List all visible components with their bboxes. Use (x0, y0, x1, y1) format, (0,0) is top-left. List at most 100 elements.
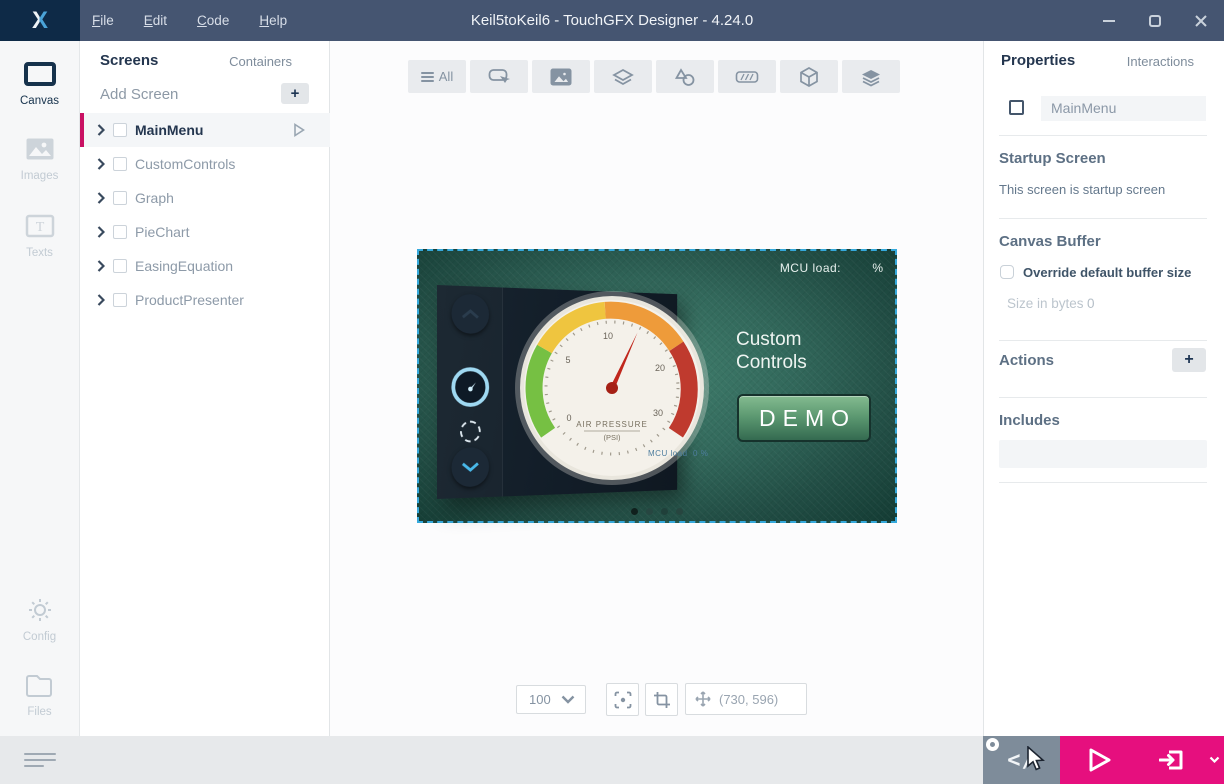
screen-checkbox[interactable] (113, 293, 127, 307)
move-icon (695, 691, 711, 707)
touchgfx-logo: XX (0, 0, 80, 41)
demo-button[interactable]: DEMO (737, 394, 871, 442)
screen-row-mainmenu[interactable]: MainMenu (80, 113, 330, 147)
screen-name[interactable]: Graph (135, 190, 174, 206)
screen-row-easingequation[interactable]: EasingEquation (80, 249, 330, 283)
bottom-status-strip (0, 736, 983, 784)
divider (999, 218, 1207, 219)
expand-chevron-icon[interactable] (97, 158, 105, 170)
rail-item-config[interactable]: Config (0, 593, 79, 643)
page-dot[interactable] (661, 508, 668, 515)
screen-checkbox[interactable] (113, 259, 127, 273)
minimize-button[interactable] (1086, 0, 1132, 41)
includes-input[interactable] (999, 440, 1207, 468)
widgets-miscellaneous-button[interactable] (780, 60, 838, 93)
close-button[interactable] (1178, 0, 1224, 41)
chevron-down-icon (561, 695, 575, 704)
rail-item-files[interactable]: Files (0, 668, 79, 718)
tab-screens[interactable]: Screens (100, 52, 158, 69)
menu-file[interactable]: File (92, 13, 114, 28)
left-navigation-rail: Canvas Images T Texts Config (0, 41, 80, 736)
run-target-button[interactable] (1140, 736, 1204, 784)
screen-checkbox[interactable] (113, 157, 127, 171)
divider (999, 482, 1207, 483)
expand-chevron-icon[interactable] (97, 124, 105, 136)
screen-checkbox[interactable] (113, 191, 127, 205)
expand-chevron-icon[interactable] (97, 226, 105, 238)
focus-target-icon (614, 691, 632, 709)
screen-name[interactable]: PieChart (135, 224, 189, 240)
widgets-buttons-button[interactable] (470, 60, 528, 93)
override-buffer-label[interactable]: Override default buffer size (1023, 265, 1191, 280)
rail-item-images[interactable]: Images (0, 132, 79, 182)
screen-name-field[interactable]: MainMenu (1041, 96, 1206, 121)
designer-canvas-screen[interactable]: MCU load: % (417, 249, 897, 523)
button-widget-icon (488, 67, 510, 87)
widgets-custom-button[interactable] (842, 60, 900, 93)
center-canvas-button[interactable] (606, 683, 639, 716)
bottom-menu-icon[interactable] (24, 753, 56, 771)
screen-row-graph[interactable]: Graph (80, 181, 330, 215)
screen-name[interactable]: ProductPresenter (135, 292, 244, 308)
screens-panel: Screens Containers Add Screen + MainMenu… (80, 41, 330, 736)
expand-chevron-icon[interactable] (97, 294, 105, 306)
widgets-images-button[interactable] (532, 60, 590, 93)
screens-panel-header: Screens Containers (80, 41, 329, 81)
page-dot[interactable] (646, 508, 653, 515)
screen-name[interactable]: CustomControls (135, 156, 235, 172)
title-bar: XX Keil5toKeil6 - TouchGFX Designer - 4.… (0, 0, 1224, 41)
screen-name[interactable]: MainMenu (135, 122, 203, 138)
rail-item-texts[interactable]: T Texts (0, 209, 79, 259)
gauge-tab-button[interactable] (451, 367, 489, 407)
run-screen-icon[interactable] (293, 123, 305, 137)
startup-screen-heading: Startup Screen (999, 150, 1106, 167)
shapes-icon (673, 67, 697, 87)
refresh-indicator-icon[interactable] (460, 421, 481, 443)
gear-icon (0, 593, 79, 627)
list-icon (421, 70, 434, 84)
size-in-bytes-value: 0 (1087, 296, 1095, 311)
scroll-up-button[interactable] (451, 294, 489, 335)
widgets-progress-button[interactable] (718, 60, 776, 93)
expand-chevron-icon[interactable] (97, 260, 105, 272)
run-options-dropdown[interactable] (1204, 736, 1224, 784)
play-icon (1088, 747, 1112, 773)
chevron-up-icon (461, 309, 480, 319)
screen-row-productpresenter[interactable]: ProductPresenter (80, 283, 330, 317)
crop-canvas-button[interactable] (645, 683, 678, 716)
cube-icon (798, 66, 820, 88)
widgets-all-button[interactable]: All (408, 60, 466, 93)
touchgfx-designer-window: XX Keil5toKeil6 - TouchGFX Designer - 4.… (0, 0, 1224, 784)
rail-item-canvas[interactable]: Canvas (0, 57, 79, 107)
add-action-button[interactable]: + (1172, 348, 1206, 372)
run-simulator-button[interactable] (1060, 736, 1140, 784)
page-dot[interactable] (676, 508, 683, 515)
actions-heading: Actions (999, 352, 1054, 369)
tab-interactions[interactable]: Interactions (1127, 54, 1194, 69)
expand-chevron-icon[interactable] (97, 192, 105, 204)
screen-checkbox[interactable] (113, 123, 127, 137)
widget-toolbar: All (408, 60, 900, 93)
screen-name[interactable]: EasingEquation (135, 258, 233, 274)
widgets-shapes-button[interactable] (656, 60, 714, 93)
tab-properties[interactable]: Properties (1001, 52, 1075, 69)
screen-checkbox[interactable] (113, 225, 127, 239)
widgets-containers-button[interactable] (594, 60, 652, 93)
menu-bar: File Edit Code Help (92, 0, 287, 41)
override-buffer-checkbox[interactable] (1000, 265, 1014, 279)
menu-code[interactable]: Code (197, 13, 229, 28)
page-dot[interactable] (631, 508, 638, 515)
svg-text:(PSI): (PSI) (603, 433, 621, 442)
svg-text:AIR PRESSURE: AIR PRESSURE (576, 420, 648, 429)
maximize-button[interactable] (1132, 0, 1178, 41)
menu-edit[interactable]: Edit (144, 13, 167, 28)
flash-target-icon (1159, 749, 1185, 771)
menu-help[interactable]: Help (259, 13, 287, 28)
tab-containers[interactable]: Containers (229, 54, 292, 69)
screen-select-checkbox[interactable] (1009, 100, 1024, 115)
add-screen-button[interactable]: + (281, 83, 309, 104)
zoom-level-select[interactable]: 100 (516, 685, 586, 714)
scroll-down-button[interactable] (451, 447, 489, 488)
screen-row-piechart[interactable]: PieChart (80, 215, 330, 249)
screen-row-customcontrols[interactable]: CustomControls (80, 147, 330, 181)
